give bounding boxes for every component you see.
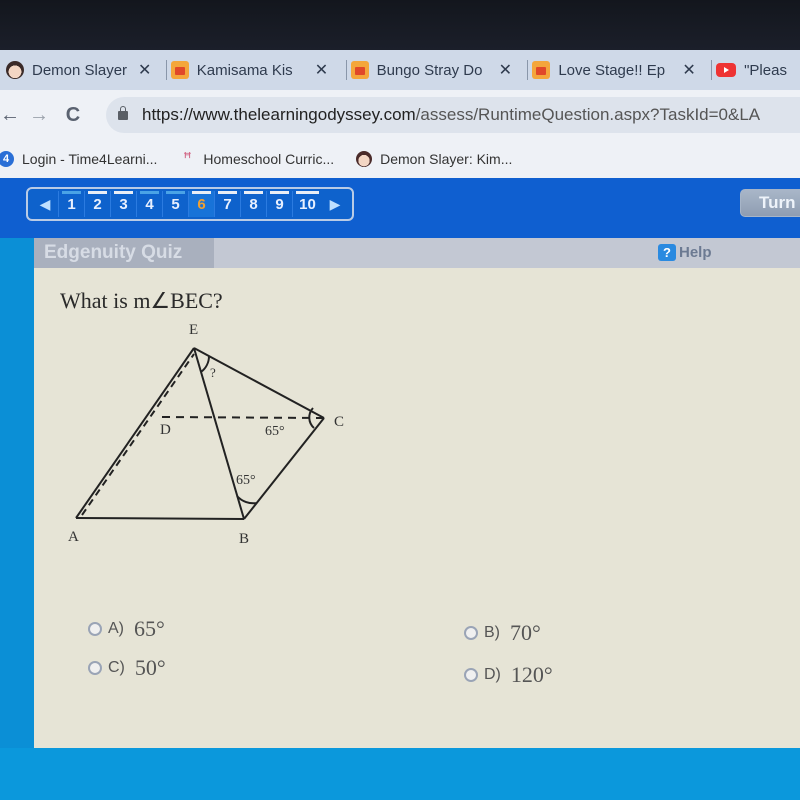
flamingo-icon: ꟸ: [183, 150, 192, 167]
question-number-button[interactable]: 7: [214, 191, 240, 217]
bookmark-item[interactable]: ꟸ Homeschool Curric...: [179, 150, 335, 168]
vertex-label-c: C: [334, 414, 344, 430]
angle-arc-bec: [200, 355, 210, 373]
left-margin: [0, 238, 34, 748]
quiz-title: Edgenuity Quiz: [34, 238, 214, 268]
time4learning-icon: 4: [0, 151, 14, 167]
anime-face-icon: [6, 61, 24, 79]
answer-letter: B): [484, 624, 500, 641]
vertex-label-a: A: [68, 529, 79, 545]
question-number-button[interactable]: 8: [240, 191, 266, 217]
angle-arc-dcb: [308, 407, 315, 429]
tab-title: "Pleas: [744, 61, 787, 79]
monitor-bezel: [0, 0, 800, 50]
geometry-diagram: E D C A B ? 65° 65°: [68, 322, 344, 547]
url-input[interactable]: https://www.thelearningodyssey.com/asses…: [106, 97, 800, 133]
close-icon[interactable]: ✕: [499, 60, 512, 80]
reload-button[interactable]: C: [56, 104, 90, 127]
forward-button[interactable]: →: [22, 104, 56, 127]
tab-title: Kamisama Kis: [196, 61, 293, 79]
help-icon: ?: [658, 244, 676, 261]
question-number-button[interactable]: 5: [162, 191, 188, 217]
question-navigator: ◀ 1 2 3 4 5 6 7 8 9 10 ▶: [26, 187, 354, 221]
question-number-button[interactable]: 3: [110, 191, 136, 217]
browser-tab[interactable]: Demon Slayer: ✕: [0, 50, 167, 90]
bottom-bar: [0, 748, 800, 800]
close-icon[interactable]: ✕: [315, 60, 328, 80]
browser-tab[interactable]: "Pleas: [710, 50, 800, 90]
question-number-button[interactable]: 10: [292, 191, 322, 217]
anime-face-icon: [356, 151, 373, 167]
prev-question-button[interactable]: ◀: [32, 196, 58, 213]
tab-title: Bungo Stray Do: [376, 61, 483, 79]
vertex-label-e: E: [189, 322, 198, 338]
vertex-label-b: B: [239, 531, 249, 547]
question-panel: What is m∠BEC? E D C A B ? 65° 65° A) 65…: [34, 268, 800, 748]
answer-letter: C): [108, 659, 125, 676]
next-question-button[interactable]: ▶: [322, 196, 348, 213]
bookmark-label: Demon Slayer: Kim...: [380, 151, 513, 167]
quiz-header: Edgenuity Quiz ? Help: [34, 238, 800, 268]
segment-ec: [193, 347, 325, 419]
answer-option-d[interactable]: D) 120°: [464, 662, 553, 688]
bookmark-item[interactable]: 4 Login - Time4Learni...: [0, 151, 157, 167]
bookmark-label: Homeschool Curric...: [203, 151, 335, 167]
answer-letter: D): [484, 666, 501, 683]
close-icon[interactable]: ✕: [138, 60, 151, 80]
crunchyroll-icon: [170, 61, 189, 79]
help-button[interactable]: ? Help: [658, 244, 712, 261]
address-bar-row: ← → C https://www.thelearningodyssey.com…: [0, 90, 800, 140]
angle-label-dcb: 65°: [265, 424, 285, 439]
tab-title: Love Stage!! Ep: [558, 61, 666, 79]
question-number-button-current[interactable]: 6: [188, 191, 214, 217]
angle-label-bec: ?: [210, 365, 216, 380]
radio-button[interactable]: [464, 626, 478, 640]
segment-ad-dashed: [81, 353, 195, 516]
crunchyroll-icon: [350, 61, 369, 79]
browser-tab-bar: Demon Slayer: ✕ Kamisama Kis ✕ Bungo Str…: [0, 50, 800, 90]
bookmarks-bar: 4 Login - Time4Learni... ꟸ Homeschool Cu…: [0, 140, 800, 178]
back-button[interactable]: ←: [0, 104, 22, 127]
segment-ab: [75, 517, 245, 520]
answer-value: 70°: [510, 620, 541, 645]
answer-option-c[interactable]: C) 50°: [88, 655, 166, 681]
browser-tab[interactable]: Love Stage!! Ep ✕: [526, 50, 713, 90]
lock-icon: [118, 105, 128, 120]
segment-dc-dashed: [161, 416, 325, 419]
bookmark-label: Login - Time4Learni...: [22, 151, 158, 167]
segment-ae: [75, 347, 195, 519]
tab-title: Demon Slayer:: [32, 61, 128, 79]
radio-button[interactable]: [464, 668, 478, 682]
crunchyroll-icon: [532, 61, 551, 79]
answer-value: 50°: [134, 655, 166, 680]
bookmark-item[interactable]: Demon Slayer: Kim...: [356, 151, 512, 167]
url-host: https://www.thelearningodyssey.com: [142, 105, 416, 124]
question-number-button[interactable]: 9: [266, 191, 292, 217]
answer-option-b[interactable]: B) 70°: [464, 620, 541, 646]
browser-tab[interactable]: Bungo Stray Do ✕: [345, 50, 529, 90]
question-number-button[interactable]: 4: [136, 191, 162, 217]
browser-tab[interactable]: Kamisama Kis ✕: [165, 50, 347, 90]
answer-value: 120°: [510, 662, 553, 687]
turn-in-button[interactable]: Turn In: [740, 189, 800, 217]
youtube-icon: [716, 63, 737, 77]
answer-value: 65°: [134, 616, 165, 641]
help-label: Help: [679, 244, 712, 261]
answer-letter: A): [108, 620, 124, 637]
quiz-app-bar: ◀ 1 2 3 4 5 6 7 8 9 10 ▶ Turn In: [0, 178, 800, 238]
url-path: /assess/RuntimeQuestion.aspx?TaskId=0&LA: [415, 105, 761, 124]
vertex-label-d: D: [160, 422, 171, 438]
segment-eb: [193, 347, 245, 520]
question-number-button[interactable]: 2: [84, 191, 110, 217]
question-number-button[interactable]: 1: [58, 191, 84, 217]
radio-button[interactable]: [88, 661, 102, 675]
radio-button[interactable]: [88, 622, 102, 636]
answer-option-a[interactable]: A) 65°: [88, 616, 165, 642]
close-icon[interactable]: ✕: [682, 60, 695, 80]
angle-label-ebc: 65°: [236, 473, 256, 488]
